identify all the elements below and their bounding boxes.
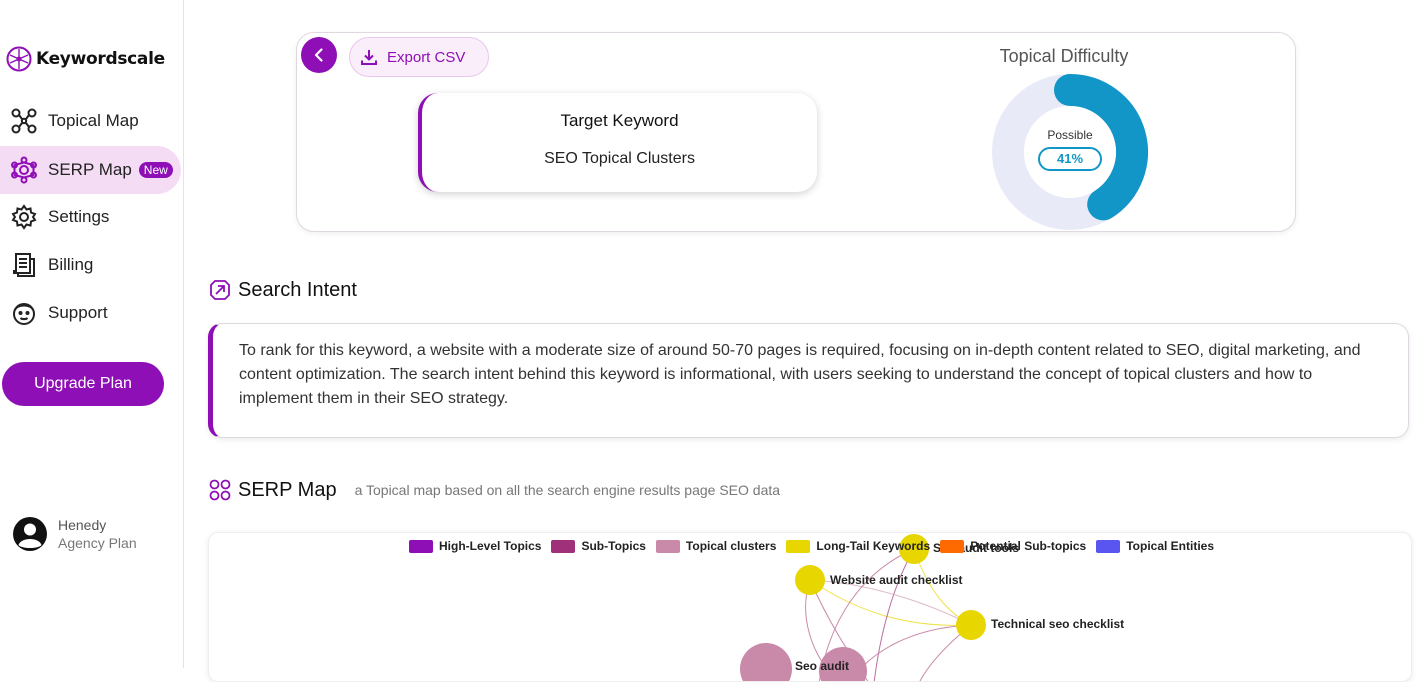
legend-label: Topical clusters [685,539,777,553]
legend-swatch [786,539,811,553]
export-csv-button[interactable]: Export CSV [349,37,489,77]
sidebar-item-label: Support [48,303,108,322]
new-badge: New [138,162,173,178]
serp-map-canvas[interactable]: Seo audit tools Website audit checklist … [208,532,1412,682]
user-profile[interactable]: Henedy Agency Plan [12,516,137,552]
legend-item-topical-clusters[interactable]: Topical clusters [655,539,777,553]
graph-edge [849,624,972,681]
sidebar-item-billing[interactable]: Billing [0,241,181,289]
target-keyword-title: Target Keyword [560,111,679,130]
topical-map-icon [10,107,38,135]
node-label: Website audit checklist [830,573,963,587]
search-intent-icon [210,280,230,300]
upgrade-plan-button[interactable]: Upgrade Plan [2,362,164,406]
back-button[interactable] [301,37,337,73]
node-label: Seo audit [795,659,850,673]
legend-swatch [409,539,433,553]
serp-map-icon [10,156,38,184]
sidebar-item-label: Billing [48,255,94,274]
search-intent-text: To rank for this keyword, a website with… [239,342,1361,407]
export-csv-label: Export CSV [387,48,466,66]
sidebar-item-label: Topical Map [48,111,139,130]
serp-map-section-icon [209,479,231,501]
legend-label: Sub-Topics [581,539,646,553]
search-intent-header: Search Intent [208,278,357,302]
legend-item-high-level-topics[interactable]: High-Level Topics [409,539,541,553]
billing-icon [10,251,38,279]
target-keyword-value: SEO Topical Clusters [544,150,695,167]
node-seo-audit[interactable] [740,643,792,682]
sidebar-item-settings[interactable]: Settings [0,193,181,241]
legend-label: Long-Tail Keywords [816,539,931,553]
support-icon [10,299,38,327]
node-technical-seo-checklist[interactable] [956,610,986,640]
difficulty-label: Possible [1047,128,1093,142]
legend-label: High-Level Topics [439,539,542,553]
download-icon [361,50,377,65]
sidebar-item-support[interactable]: Support [0,289,181,337]
serp-map-legend: High-Level Topics Sub-Topics Topical clu… [409,539,1214,553]
legend-item-topical-entities[interactable]: Topical Entities [1096,539,1214,553]
difficulty-percent: 41% [1038,147,1102,171]
sidebar-item-topical-map[interactable]: Topical Map [0,97,181,145]
legend-swatch [940,539,965,553]
legend-item-sub-topics[interactable]: Sub-Topics [551,539,646,553]
user-name: Henedy [58,517,107,533]
logo-icon [6,46,32,72]
sidebar: Keywordscale Topical Map SERP Map New Se… [0,0,184,668]
legend-item-long-tail-keywords[interactable]: Long-Tail Keywords [786,539,930,553]
sidebar-item-label: Settings [48,207,110,226]
sidebar-item-label: SERP Map [48,160,132,179]
logo[interactable]: Keywordscale [6,46,165,72]
user-plan: Agency Plan [58,535,137,551]
node-website-audit-checklist[interactable] [795,565,825,595]
chevron-left-icon [314,48,323,62]
avatar-icon [13,517,47,551]
app-name: Keywordscale [36,49,165,69]
legend-swatch [1096,539,1121,553]
legend-swatch [551,539,576,553]
node-label: Technical seo checklist [991,617,1125,631]
serp-map-title: SERP Map [238,478,337,501]
sidebar-item-serp-map[interactable]: SERP Map New [0,146,181,194]
legend-swatch [655,539,680,553]
legend-label: Topical Entities [1126,539,1215,553]
target-keyword-card: Target Keyword SEO Topical Clusters [418,93,817,192]
legend-item-potential-sub-topics[interactable]: Potential Sub-topics [940,539,1086,553]
settings-icon [10,203,38,231]
serp-map-subtitle: a Topical map based on all the search en… [354,482,781,498]
search-intent-card: To rank for this keyword, a website with… [208,323,1409,438]
legend-label: Potential Sub-topics [970,539,1087,553]
topical-difficulty-title: Topical Difficulty [999,46,1129,66]
search-intent-title: Search Intent [238,278,357,301]
serp-map-header: SERP Map a Topical map based on all the … [208,478,780,502]
